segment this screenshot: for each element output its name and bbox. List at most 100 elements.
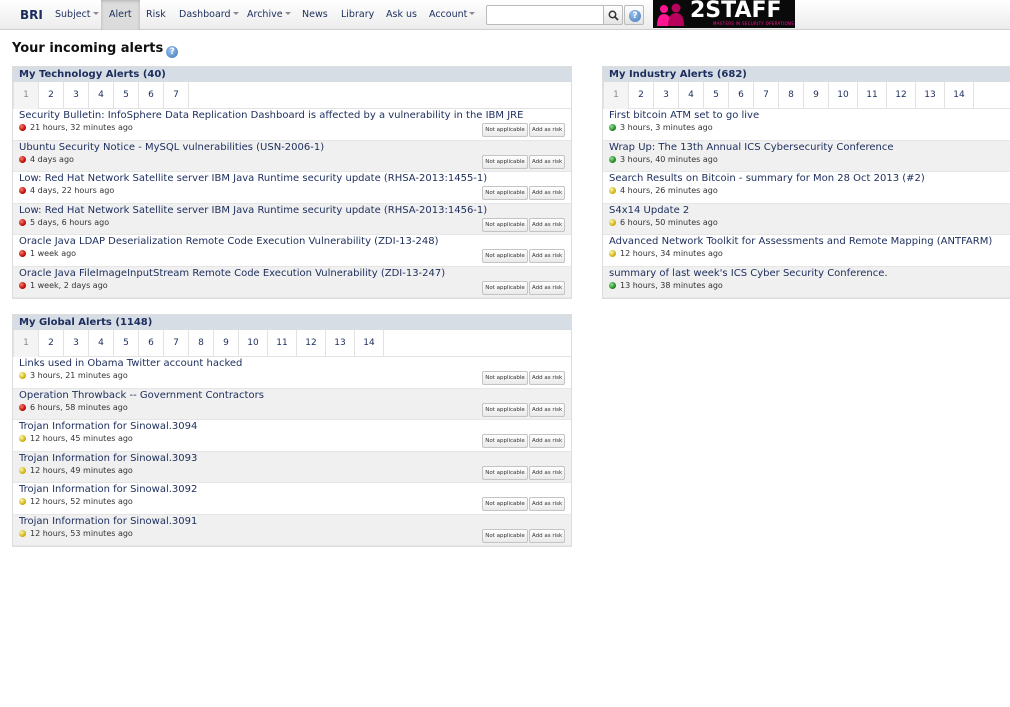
page-link-2[interactable]: 2 — [38, 330, 63, 357]
help-button[interactable]: ? — [624, 5, 644, 25]
not-applicable-button[interactable]: Not applicable — [482, 186, 528, 200]
not-applicable-button[interactable]: Not applicable — [482, 154, 528, 169]
alert-time-text: 4 days, 22 hours ago — [30, 186, 115, 195]
page-link-3[interactable]: 3 — [63, 82, 88, 109]
nav-subject[interactable]: Subject — [55, 0, 99, 30]
alert-title-link[interactable]: Wrap Up: The 13th Annual ICS Cybersecuri… — [609, 142, 894, 153]
nav-news[interactable]: News — [302, 0, 328, 30]
page-link-6[interactable]: 6 — [138, 330, 163, 357]
search-input[interactable] — [486, 5, 604, 25]
page-link-10[interactable]: 10 — [828, 82, 857, 109]
alert-time-text: 1 week ago — [30, 249, 77, 258]
alert-title-link[interactable]: Operation Throwback -- Government Contra… — [19, 390, 264, 401]
alert-title-link[interactable]: Security Bulletin: InfoSphere Data Repli… — [19, 110, 523, 121]
page-link-11[interactable]: 11 — [857, 82, 886, 109]
page-link-3[interactable]: 3 — [63, 330, 88, 357]
page-link-6[interactable]: 6 — [728, 82, 753, 109]
alert-title-link[interactable]: First bitcoin ATM set to go live — [609, 110, 759, 121]
add-as-risk-button[interactable]: Add as risk — [529, 371, 565, 385]
search-button[interactable] — [603, 5, 623, 25]
page-link-8[interactable]: 8 — [778, 82, 803, 109]
page-link-11[interactable]: 11 — [267, 330, 296, 357]
nav-alert[interactable]: Alert — [101, 0, 140, 30]
alert-title-link[interactable]: S4x14 Update 2 — [609, 205, 689, 216]
add-as-risk-button[interactable]: Add as risk — [529, 465, 565, 480]
page-link-2[interactable]: 2 — [38, 82, 63, 109]
alert-list: Security Bulletin: InfoSphere Data Repli… — [13, 109, 571, 298]
page-link-3[interactable]: 3 — [653, 82, 678, 109]
page-link-5[interactable]: 5 — [703, 82, 728, 109]
page-link-5[interactable]: 5 — [113, 82, 138, 109]
alert-title-link[interactable]: Low: Red Hat Network Satellite server IB… — [19, 173, 487, 184]
alert-title-link[interactable]: Ubuntu Security Notice - MySQL vulnerabi… — [19, 142, 324, 153]
page-link-8[interactable]: 8 — [188, 330, 213, 357]
not-applicable-button[interactable]: Not applicable — [482, 249, 528, 263]
add-as-risk-button[interactable]: Add as risk — [529, 249, 565, 263]
page-link-13[interactable]: 13 — [915, 82, 944, 109]
page-link-2[interactable]: 2 — [628, 82, 653, 109]
page-link-5[interactable]: 5 — [113, 330, 138, 357]
add-as-risk-button[interactable]: Add as risk — [529, 280, 565, 295]
page-link-7[interactable]: 7 — [163, 330, 188, 357]
not-applicable-button[interactable]: Not applicable — [482, 465, 528, 480]
page-link-14[interactable]: 14 — [944, 82, 973, 109]
page-link-12[interactable]: 12 — [886, 82, 915, 109]
page-link-7[interactable]: 7 — [163, 82, 188, 109]
page-link-4[interactable]: 4 — [88, 82, 113, 109]
add-as-risk-button[interactable]: Add as risk — [529, 402, 565, 417]
not-applicable-button[interactable]: Not applicable — [482, 528, 528, 543]
nav-ask-us[interactable]: Ask us — [386, 0, 417, 30]
page-link-9[interactable]: 9 — [213, 330, 238, 357]
nav-library[interactable]: Library — [341, 0, 374, 30]
alert-title-link[interactable]: Advanced Network Toolkit for Assessments… — [609, 236, 992, 247]
alert-row: First bitcoin ATM set to go live 3 hours,… — [603, 109, 1010, 141]
page-link-12[interactable]: 12 — [296, 330, 325, 357]
nav-archive[interactable]: Archive — [247, 0, 291, 30]
page-link-14[interactable]: 14 — [354, 330, 383, 357]
add-as-risk-button[interactable]: Add as risk — [529, 154, 565, 169]
add-as-risk-button[interactable]: Add as risk — [529, 528, 565, 543]
add-as-risk-button[interactable]: Add as risk — [529, 217, 565, 232]
not-applicable-button[interactable]: Not applicable — [482, 434, 528, 448]
alert-timestamp: 3 hours, 3 minutes ago — [609, 123, 713, 132]
alert-title-link[interactable]: summary of last week's ICS Cyber Securit… — [609, 268, 888, 279]
page-link-9[interactable]: 9 — [803, 82, 828, 109]
add-as-risk-button[interactable]: Add as risk — [529, 497, 565, 511]
alert-row: Oracle Java LDAP Deserialization Remote … — [13, 235, 571, 267]
page-link-4[interactable]: 4 — [678, 82, 703, 109]
not-applicable-button[interactable]: Not applicable — [482, 123, 528, 137]
page-link-4[interactable]: 4 — [88, 330, 113, 357]
alert-title-link[interactable]: Trojan Information for Sinowal.3094 — [19, 421, 197, 432]
alert-title-link[interactable]: Oracle Java LDAP Deserialization Remote … — [19, 236, 439, 247]
help-icon[interactable]: ? — [166, 46, 179, 58]
not-applicable-button[interactable]: Not applicable — [482, 402, 528, 417]
pagination: 1 2 3 4 5 6 7 8 9 10 11 12 13 14 — [603, 82, 1010, 109]
add-as-risk-button[interactable]: Add as risk — [529, 186, 565, 200]
alert-title-link[interactable]: Search Results on Bitcoin - summary for … — [609, 173, 925, 184]
not-applicable-button[interactable]: Not applicable — [482, 217, 528, 232]
alert-timestamp: 6 hours, 58 minutes ago — [19, 403, 128, 412]
alert-time-text: 13 hours, 38 minutes ago — [620, 280, 723, 290]
nav-dashboard[interactable]: Dashboard — [179, 0, 239, 30]
nav-account[interactable]: Account — [429, 0, 476, 30]
nav-risk[interactable]: Risk — [146, 0, 166, 30]
brand-link[interactable]: BRI — [12, 0, 51, 30]
alert-title-link[interactable]: Low: Red Hat Network Satellite server IB… — [19, 205, 487, 216]
alert-time-text: 12 hours, 49 minutes ago — [30, 465, 133, 475]
not-applicable-button[interactable]: Not applicable — [482, 497, 528, 511]
alert-title-link[interactable]: Oracle Java FileImageInputStream Remote … — [19, 268, 445, 279]
alert-title-link[interactable]: Trojan Information for Sinowal.3091 — [19, 516, 197, 527]
add-as-risk-button[interactable]: Add as risk — [529, 434, 565, 448]
alert-timestamp: 4 hours, 26 minutes ago — [609, 186, 718, 195]
page-link-6[interactable]: 6 — [138, 82, 163, 109]
page-link-13[interactable]: 13 — [325, 330, 354, 357]
not-applicable-button[interactable]: Not applicable — [482, 371, 528, 385]
severity-yellow-icon — [609, 218, 616, 226]
not-applicable-button[interactable]: Not applicable — [482, 280, 528, 295]
alert-title-link[interactable]: Trojan Information for Sinowal.3092 — [19, 484, 197, 495]
alert-title-link[interactable]: Trojan Information for Sinowal.3093 — [19, 453, 197, 464]
alert-title-link[interactable]: Links used in Obama Twitter account hack… — [19, 358, 242, 369]
page-link-10[interactable]: 10 — [238, 330, 267, 357]
page-link-7[interactable]: 7 — [753, 82, 778, 109]
add-as-risk-button[interactable]: Add as risk — [529, 123, 565, 137]
